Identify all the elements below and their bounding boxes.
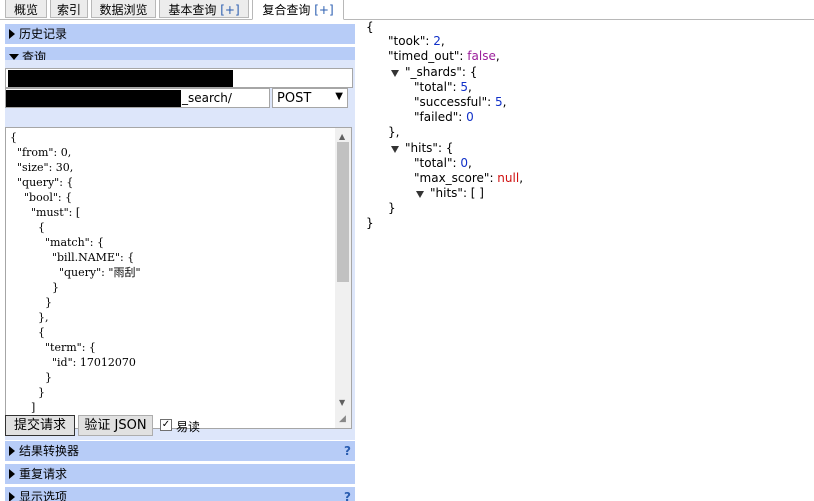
json-key: "hits"	[405, 141, 438, 155]
tab-label: 复合查询	[262, 3, 311, 17]
dropdown-arrow-icon: ▼	[335, 91, 343, 102]
transformer-section-header[interactable]: 结果转换器 ?	[5, 441, 355, 461]
json-timed-out-line: "timed_out": false,	[388, 49, 500, 63]
tab-indices[interactable]: 索引	[50, 0, 88, 18]
json-shards-line[interactable]: "_shards": {	[391, 65, 477, 80]
json-value: 0	[466, 110, 474, 124]
path-input[interactable]: _search/	[5, 88, 270, 108]
json-open-brace: {	[366, 20, 374, 34]
tab-label: 基本查询	[168, 3, 217, 17]
redacted-block	[6, 90, 181, 107]
json-successful-line: "successful": 5,	[414, 95, 507, 109]
redacted-block	[8, 70, 233, 87]
json-failed-line: "failed": 0	[414, 110, 474, 124]
expand-arrow-icon	[9, 446, 15, 456]
json-value: 0	[460, 156, 468, 170]
tab-label: 索引	[56, 3, 81, 17]
left-panel: 历史记录 查询 _search/ POST ▼ { "from": 0, "si…	[0, 20, 358, 501]
expand-arrow-icon	[9, 469, 15, 479]
path-suffix: _search/	[182, 91, 232, 105]
json-key: "took"	[388, 34, 426, 48]
json-close-brace: }	[366, 216, 374, 230]
json-key: "hits"	[430, 186, 463, 200]
repeat-label: 重复请求	[19, 467, 68, 481]
checkmark-icon: ✓	[161, 419, 171, 430]
expand-arrow-icon	[9, 29, 15, 39]
json-key: "timed_out"	[388, 49, 460, 63]
transformer-label: 结果转换器	[19, 444, 80, 458]
json-value: [ ]	[470, 186, 484, 200]
tab-overview[interactable]: 概览	[5, 0, 47, 18]
json-key: "total"	[414, 156, 453, 170]
display-label: 显示选项	[19, 490, 68, 501]
method-value: POST	[277, 91, 312, 106]
resize-grip-icon[interactable]: ◢	[339, 414, 346, 424]
scroll-down-icon[interactable]: ▼	[339, 398, 345, 407]
json-inner-hits-line[interactable]: "hits": [ ]	[416, 186, 484, 201]
json-key: "max_score"	[414, 171, 490, 185]
json-key: "failed"	[414, 110, 459, 124]
tab-bar: 概览 索引 数据浏览 基本查询 [+] 复合查询 [+]	[0, 0, 814, 20]
server-url-input[interactable]	[5, 68, 353, 88]
submit-request-button[interactable]: 提交请求	[5, 415, 75, 436]
json-shards-total-line: "total": 5,	[414, 80, 472, 94]
json-hits-line[interactable]: "hits": {	[391, 141, 453, 156]
json-key: "total"	[414, 80, 453, 94]
tab-label: 概览	[13, 3, 38, 17]
expand-arrow-icon	[9, 492, 15, 501]
json-key: "_shards"	[405, 65, 462, 79]
json-value: null	[497, 171, 520, 185]
submit-label: 提交请求	[13, 418, 66, 433]
scroll-up-icon[interactable]: ▲	[339, 132, 345, 141]
display-section-header[interactable]: 显示选项 ?	[5, 487, 355, 501]
tab-add-button[interactable]: [+]	[314, 3, 333, 17]
tab-label: 数据浏览	[99, 3, 148, 17]
json-key: "successful"	[414, 95, 488, 109]
easy-read-label: 易读	[176, 420, 201, 434]
json-took-line: "took": 2,	[388, 34, 445, 48]
json-hits-total-line: "total": 0,	[414, 156, 472, 170]
tab-add-button[interactable]: [+]	[220, 3, 239, 17]
tab-compound-query[interactable]: 复合查询 [+]	[252, 0, 344, 20]
help-icon[interactable]: ?	[344, 441, 351, 461]
json-max-score-line: "max_score": null,	[414, 171, 524, 185]
easy-read-checkbox[interactable]: ✓	[160, 419, 172, 431]
collapse-arrow-icon[interactable]	[416, 191, 424, 198]
help-icon[interactable]: ?	[344, 487, 351, 501]
json-close-shards: },	[388, 125, 400, 139]
query-body-editor[interactable]: { "from": 0, "size": 30, "query": { "boo…	[5, 127, 352, 429]
query-body-text: { "from": 0, "size": 30, "query": { "boo…	[10, 131, 141, 428]
response-panel: { "took": 2, "timed_out": false, "_shard…	[358, 20, 814, 501]
scrollbar-thumb[interactable]	[337, 142, 349, 282]
tab-browser[interactable]: 数据浏览	[91, 0, 156, 18]
history-label: 历史记录	[19, 27, 68, 41]
method-select[interactable]: POST ▼	[272, 88, 348, 108]
validate-json-button[interactable]: 验证 JSON	[78, 415, 153, 436]
collapse-arrow-icon[interactable]	[391, 70, 399, 77]
json-value: 2	[433, 34, 441, 48]
json-value: false	[467, 49, 496, 63]
history-section-header[interactable]: 历史记录	[5, 24, 355, 44]
repeat-section-header[interactable]: 重复请求	[5, 464, 355, 484]
json-value: 5	[460, 80, 468, 94]
tab-basic-query[interactable]: 基本查询 [+]	[159, 0, 249, 18]
validate-label: 验证 JSON	[84, 418, 147, 433]
collapse-arrow-icon[interactable]	[391, 146, 399, 153]
json-close-hits: }	[388, 201, 396, 215]
editor-scrollbar[interactable]: ▲ ▼ ◢	[335, 128, 351, 428]
json-value: 5	[495, 95, 503, 109]
